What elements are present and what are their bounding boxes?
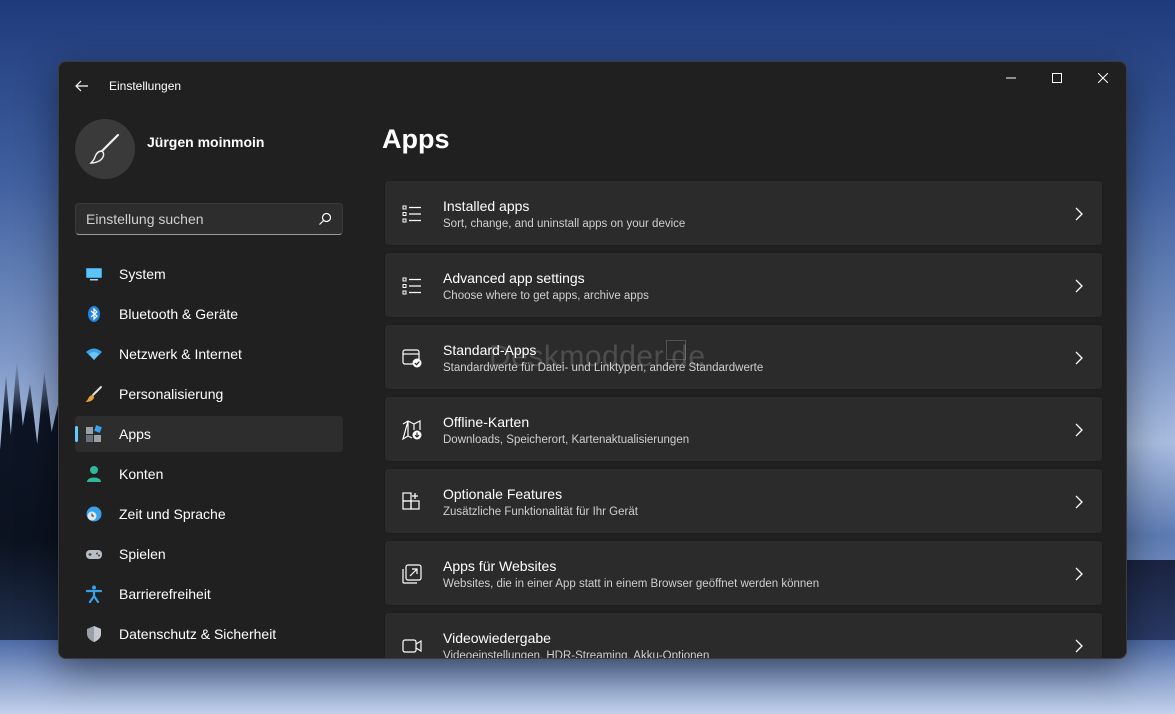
sidebar-item-label: Bluetooth & Geräte (119, 306, 239, 322)
chevron-right-icon (1075, 639, 1083, 653)
sidebar-nav: System Bluetooth & Geräte Netzwerk & Int… (75, 256, 343, 656)
settings-window: Einstellungen Jürgen moinmoin Einstellun… (58, 61, 1127, 659)
card-title: Apps für Websites (443, 558, 557, 574)
maximize-button[interactable] (1034, 62, 1080, 94)
card-subtitle: Videoeinstellungen, HDR-Streaming, Akku-… (443, 650, 710, 659)
card-subtitle: Sort, change, and uninstall apps on your… (443, 218, 686, 230)
shield-icon (87, 626, 101, 642)
main-content: Apps Installed apps Sort, change, and un… (359, 110, 1126, 658)
card-title: Offline-Karten (443, 414, 530, 430)
sidebar-item-system[interactable]: System (75, 256, 343, 292)
sidebar-item-label: System (119, 266, 166, 282)
card-offline-maps[interactable]: Offline-Karten Downloads, Speicherort, K… (384, 396, 1103, 462)
card-installed-apps[interactable]: Installed apps Sort, change, and uninsta… (384, 180, 1103, 246)
sidebar-item-personalization[interactable]: Personalisierung (75, 376, 343, 412)
sidebar-item-accessibility[interactable]: Barrierefreiheit (75, 576, 343, 612)
watermark-pencil-icon (666, 340, 686, 360)
wallpaper-trees (0, 360, 60, 660)
chevron-right-icon (1075, 207, 1083, 221)
bluetooth-icon (88, 306, 100, 322)
system-icon (86, 268, 102, 281)
search-box[interactable] (75, 203, 343, 235)
card-title: Videowiedergabe (443, 630, 551, 646)
settings-cards: Installed apps Sort, change, and uninsta… (384, 180, 1103, 659)
chevron-right-icon (1075, 567, 1083, 581)
sidebar-item-gaming[interactable]: Spielen (75, 536, 343, 572)
add-feature-icon (402, 492, 420, 510)
card-apps-for-websites[interactable]: Apps für Websites Websites, die in einer… (384, 540, 1103, 606)
map-download-icon (402, 420, 422, 441)
user-name: Jürgen moinmoin (147, 134, 265, 150)
sidebar-item-label: Apps (119, 426, 151, 442)
active-indicator (75, 426, 78, 442)
sidebar-item-label: Datenschutz & Sicherheit (119, 626, 277, 642)
sidebar-item-label: Zeit und Sprache (119, 506, 226, 522)
wallpaper-shore (1125, 560, 1175, 640)
default-apps-icon (402, 349, 422, 368)
chevron-right-icon (1075, 279, 1083, 293)
list-icon (402, 277, 421, 295)
card-video-playback[interactable]: Videowiedergabe Videoeinstellungen, HDR-… (384, 612, 1103, 659)
sidebar-item-label: Personalisierung (119, 386, 224, 402)
back-button[interactable] (69, 75, 95, 97)
title-bar: Einstellungen (59, 62, 1126, 110)
sidebar-item-label: Barrierefreiheit (119, 586, 211, 602)
card-subtitle: Websites, die in einer App statt in eine… (443, 578, 820, 590)
card-title: Optionale Features (443, 486, 563, 502)
sidebar: Jürgen moinmoin System (59, 110, 359, 658)
card-title: Installed apps (443, 198, 530, 214)
sidebar-item-label: Spielen (119, 546, 166, 562)
globe-clock-icon (86, 506, 102, 522)
card-title: Advanced app settings (443, 270, 585, 286)
paintbrush-avatar-icon (89, 133, 120, 164)
back-arrow-icon (75, 80, 88, 92)
close-button[interactable] (1080, 62, 1126, 94)
sidebar-item-label: Konten (119, 466, 164, 482)
apps-icon (86, 425, 102, 442)
chevron-right-icon (1075, 495, 1083, 509)
sidebar-item-apps[interactable]: Apps (75, 416, 343, 452)
sidebar-item-bluetooth[interactable]: Bluetooth & Geräte (75, 296, 343, 332)
wifi-icon (86, 348, 102, 360)
sidebar-item-privacy[interactable]: Datenschutz & Sicherheit (75, 616, 343, 652)
sidebar-item-network[interactable]: Netzwerk & Internet (75, 336, 343, 372)
close-icon (1098, 73, 1108, 83)
video-icon (402, 639, 422, 653)
card-advanced-app-settings[interactable]: Advanced app settings Choose where to ge… (384, 252, 1103, 318)
sidebar-item-accounts[interactable]: Konten (75, 456, 343, 492)
card-subtitle: Zusätzliche Funktionalität für Ihr Gerät (443, 506, 638, 518)
list-icon (402, 205, 421, 223)
search-icon[interactable] (318, 212, 332, 226)
chevron-right-icon (1075, 423, 1083, 437)
brush-icon (86, 386, 102, 402)
accessibility-icon (85, 585, 103, 603)
gamepad-icon (86, 550, 102, 559)
sidebar-item-label: Netzwerk & Internet (119, 346, 242, 362)
window-title: Einstellungen (109, 79, 182, 93)
open-in-app-icon (402, 564, 422, 584)
search-input[interactable] (86, 204, 306, 234)
minimize-icon (1006, 77, 1016, 79)
page-title: Apps (382, 124, 450, 154)
chevron-right-icon (1075, 351, 1083, 365)
account-icon (87, 466, 101, 482)
card-subtitle: Downloads, Speicherort, Kartenaktualisie… (443, 434, 690, 446)
card-optional-features[interactable]: Optionale Features Zusätzliche Funktiona… (384, 468, 1103, 534)
card-subtitle: Choose where to get apps, archive apps (443, 290, 649, 302)
sidebar-item-time-language[interactable]: Zeit und Sprache (75, 496, 343, 532)
maximize-icon (1052, 73, 1062, 83)
minimize-button[interactable] (988, 62, 1034, 94)
avatar[interactable] (75, 119, 135, 179)
